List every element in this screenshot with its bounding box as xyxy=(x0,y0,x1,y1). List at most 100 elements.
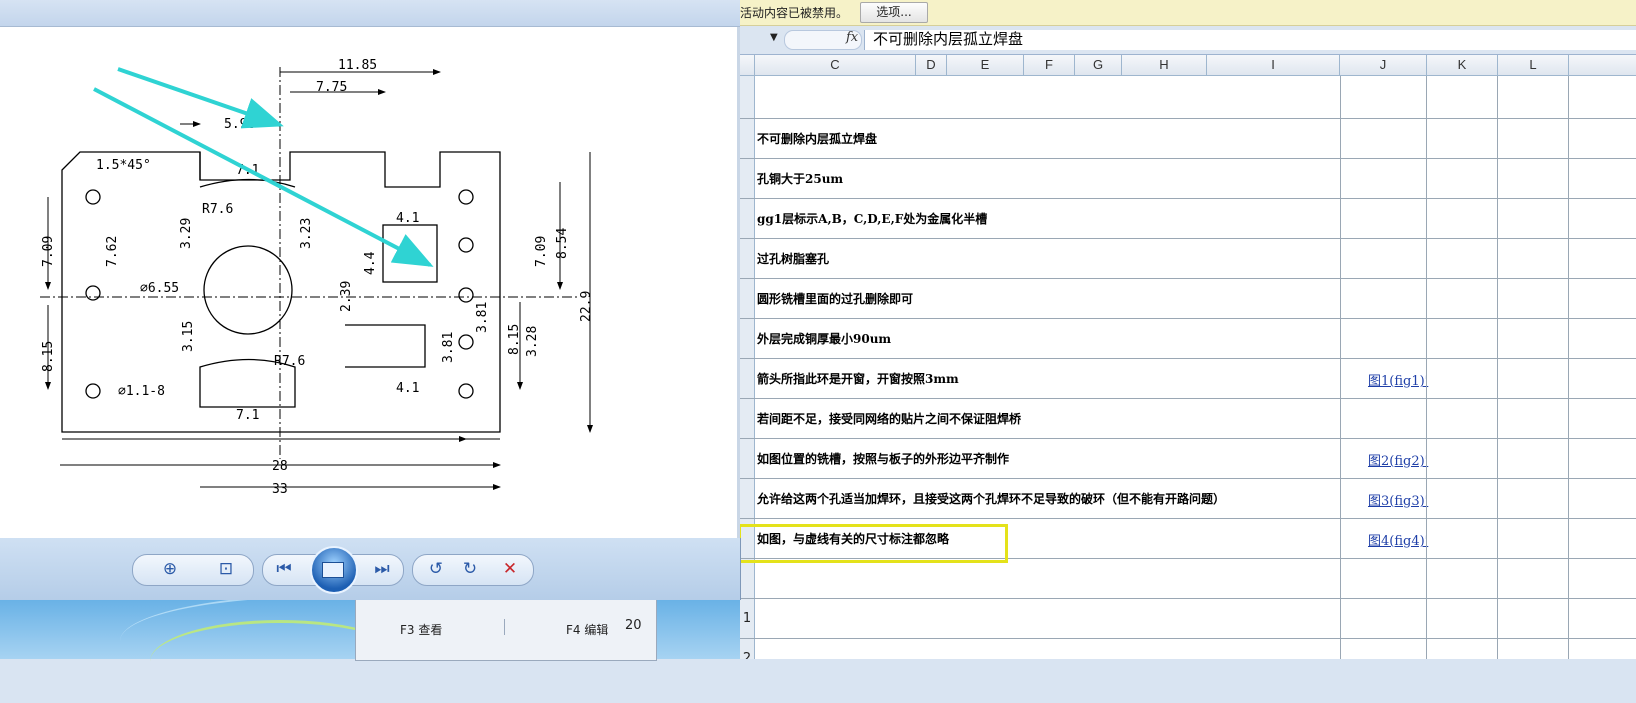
dim-4-4: 4.4 xyxy=(363,251,378,275)
cell-c[interactable]: gg1层标示A,B，C,D,E,F处为金属化半槽 xyxy=(757,210,987,227)
previous-icon[interactable]: ⏮ xyxy=(270,558,298,580)
col-header-m[interactable]: M xyxy=(1569,55,1636,75)
row-header[interactable] xyxy=(740,76,755,118)
cell-c[interactable]: 外层完成铜厚最小90um xyxy=(757,330,891,347)
table-row[interactable]: 1 xyxy=(740,599,1636,639)
dim-r7-6-top: R7.6 xyxy=(202,202,233,217)
row-header[interactable] xyxy=(740,559,755,598)
yellow-highlight-box xyxy=(738,524,1008,563)
column-header-bar: C D E F G H I J K L M xyxy=(740,55,1636,76)
col-header-i[interactable]: I xyxy=(1207,55,1340,75)
gridline xyxy=(1497,76,1498,659)
fit-window-icon[interactable]: ⊡ xyxy=(212,558,240,580)
f4-edit-button[interactable]: F4 编辑 xyxy=(566,621,608,638)
cell-j-link[interactable]: 图1(fig1)' xyxy=(1368,370,1428,389)
dim-4-1-top: 4.1 xyxy=(396,211,419,226)
dim-28: 28 xyxy=(272,459,288,474)
row-header[interactable] xyxy=(740,399,755,438)
row-header[interactable] xyxy=(740,119,755,158)
zoom-in-icon[interactable]: ⊕ xyxy=(156,558,184,580)
col-header-d[interactable]: D xyxy=(916,55,947,75)
formula-bar: ▼ fx 不可删除内层孤立焊盘 xyxy=(740,26,1636,55)
cell-j-link[interactable]: 图3(fig3)' xyxy=(1368,490,1428,509)
viewer-toolbar: ⊕ ⊡ ⏮ ⏭ ↺ ↻ ✕ xyxy=(0,538,741,600)
cell-c[interactable]: 允许给这两个孔适当加焊环，且接受这两个孔焊环不足导致的破环（但不能有开路问题） xyxy=(757,490,1225,507)
cell-j-link[interactable]: 图2(fig2)' xyxy=(1368,450,1428,469)
table-row[interactable] xyxy=(740,76,1636,119)
cell-c[interactable]: 箭头所指此环是开窗，开窗按照3mm xyxy=(757,370,959,387)
dim-chamfer: 1.5*45° xyxy=(96,158,151,173)
col-header-g[interactable]: G xyxy=(1075,55,1122,75)
col-header-h[interactable]: H xyxy=(1122,55,1207,75)
table-row[interactable]: 外层完成铜厚最小90um xyxy=(740,319,1636,359)
select-all-corner[interactable] xyxy=(740,55,755,75)
row-header[interactable] xyxy=(740,279,755,318)
row-header[interactable] xyxy=(740,319,755,358)
row-header[interactable] xyxy=(740,239,755,278)
table-row[interactable]: 过孔树脂塞孔 xyxy=(740,239,1636,279)
dim-8-54: 8.54 xyxy=(555,228,570,259)
gridline xyxy=(1426,76,1427,659)
col-header-k[interactable]: K xyxy=(1427,55,1498,75)
row-header[interactable]: 2 xyxy=(740,639,755,659)
row-header[interactable] xyxy=(740,439,755,478)
dim-7-1-bottom: 7.1 xyxy=(236,408,259,423)
table-row[interactable]: 2 xyxy=(740,639,1636,659)
dim-3-23: 3.23 xyxy=(299,218,314,249)
col-header-c[interactable]: C xyxy=(755,55,916,75)
dim-4-1-bottom: 4.1 xyxy=(396,381,419,396)
row-header[interactable] xyxy=(740,359,755,398)
row-header[interactable] xyxy=(740,159,755,198)
dim-7-75: 7.75 xyxy=(316,80,347,95)
formula-input[interactable]: 不可删除内层孤立焊盘 xyxy=(864,30,1636,50)
col-header-l[interactable]: L xyxy=(1498,55,1569,75)
col-header-f[interactable]: F xyxy=(1024,55,1075,75)
f3-view-button[interactable]: F3 查看 xyxy=(400,621,442,638)
cell-c[interactable]: 圆形铣槽里面的过孔删除即可 xyxy=(757,290,913,307)
dim-2-39: 2.39 xyxy=(339,281,354,312)
options-button[interactable]: 选项... xyxy=(860,2,928,23)
table-row[interactable]: 孔铜大于25um xyxy=(740,159,1636,199)
cell-grid[interactable]: 不可删除内层孤立焊盘 孔铜大于25um gg1层标示A,B，C,D,E,F处为金属化… xyxy=(740,76,1636,659)
table-row[interactable]: gg1层标示A,B，C,D,E,F处为金属化半槽 xyxy=(740,199,1636,239)
cell-j-link[interactable]: 图4(fig4)' xyxy=(1368,530,1428,549)
cell-c[interactable]: 孔铜大于25um xyxy=(757,170,843,187)
rotate-right-icon[interactable]: ↻ xyxy=(456,558,484,580)
cell-c[interactable]: 不可删除内层孤立焊盘 xyxy=(757,130,877,147)
dim-11-85: 11.85 xyxy=(338,58,377,73)
table-row[interactable]: 如图位置的铣槽，按照与板子的外形边平齐制作 图2(fig2)' xyxy=(740,439,1636,479)
image-viewer-window: 11.85 7.75 5.98 1.5*45° 7.1 R7.6 3.29 3.… xyxy=(0,0,741,600)
dimension-lines xyxy=(45,69,593,490)
table-row[interactable]: 不可删除内层孤立焊盘 xyxy=(740,119,1636,159)
table-row[interactable] xyxy=(740,559,1636,599)
separator xyxy=(504,619,505,635)
dim-7-09-left: 7.09 xyxy=(41,236,56,267)
next-icon[interactable]: ⏭ xyxy=(368,558,396,580)
dim-22-9: 22.9 xyxy=(579,291,594,322)
table-row[interactable]: 若间距不足，接受同网络的贴片之间不保证阻焊桥 xyxy=(740,399,1636,439)
namebox-dropdown-icon[interactable]: ▼ xyxy=(770,32,778,43)
viewer-menu-bar xyxy=(0,0,740,27)
dim-7-62: 7.62 xyxy=(105,236,120,267)
col-header-j[interactable]: J xyxy=(1340,55,1427,75)
col-header-e[interactable]: E xyxy=(947,55,1024,75)
insert-function-icon[interactable]: fx xyxy=(846,30,858,45)
lower-notch xyxy=(345,324,426,368)
cell-c[interactable]: 过孔树脂塞孔 xyxy=(757,250,829,267)
table-row[interactable]: 箭头所指此环是开窗，开窗按照3mm 图1(fig1)' xyxy=(740,359,1636,399)
table-row[interactable]: 允许给这两个孔适当加焊环，且接受这两个孔焊环不足导致的破环（但不能有开路问题） 图… xyxy=(740,479,1636,519)
cell-c[interactable]: 如图位置的铣槽，按照与板子的外形边平齐制作 xyxy=(757,450,1009,467)
delete-icon[interactable]: ✕ xyxy=(496,558,524,580)
rotate-left-icon[interactable]: ↺ xyxy=(422,558,450,580)
security-message-bar: 活动内容已被禁用。 选项... xyxy=(740,0,1636,26)
dim-3-29: 3.29 xyxy=(179,218,194,249)
centerlines xyxy=(40,67,580,459)
gridline xyxy=(1568,76,1569,659)
cell-c[interactable]: 若间距不足，接受同网络的贴片之间不保证阻焊桥 xyxy=(757,410,1021,427)
row-header[interactable]: 1 xyxy=(740,599,755,638)
background-file-manager-window: F3 查看 F4 编辑 xyxy=(355,590,657,661)
round-milled-slot xyxy=(203,245,293,335)
table-row[interactable]: 圆形铣槽里面的过孔删除即可 xyxy=(740,279,1636,319)
row-header[interactable] xyxy=(740,199,755,238)
row-header[interactable] xyxy=(740,479,755,518)
